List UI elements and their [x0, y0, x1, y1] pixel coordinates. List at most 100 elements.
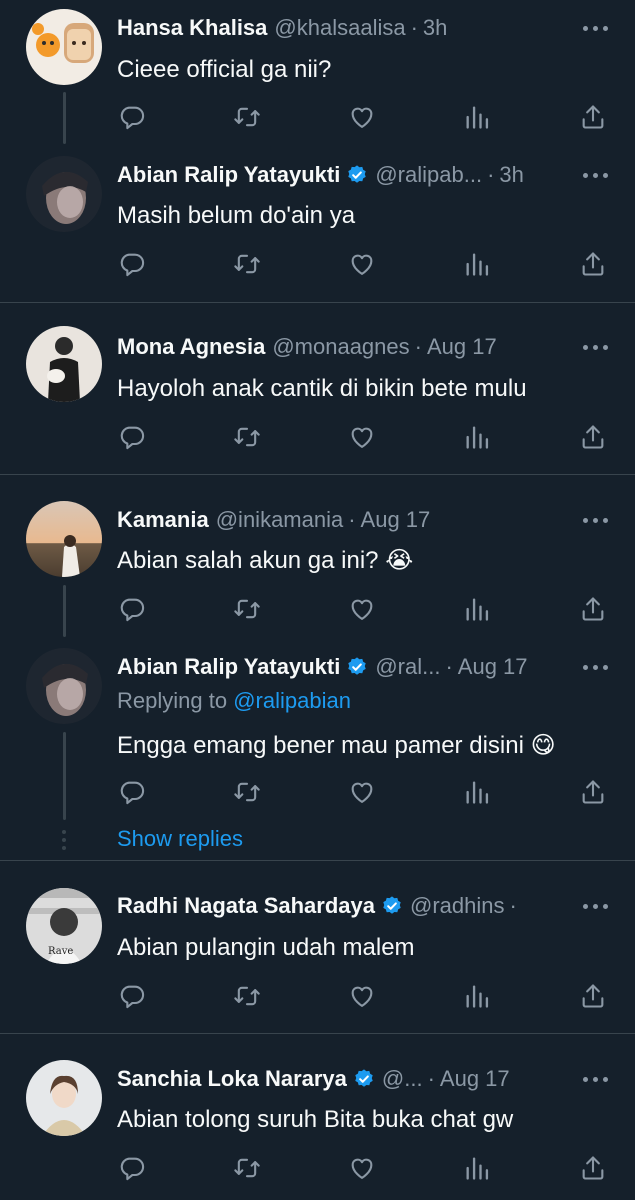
share-icon[interactable] — [578, 249, 608, 279]
views-icon[interactable] — [462, 249, 492, 279]
tweet[interactable]: Kamania @inikamania · Aug 17 Abian salah… — [0, 475, 635, 640]
user-handle[interactable]: @radhins — [410, 893, 505, 919]
user-handle[interactable]: @inikamania — [216, 507, 344, 533]
timestamp[interactable]: Aug 17 — [458, 654, 528, 680]
like-icon[interactable] — [347, 594, 377, 624]
separator-dot: · — [445, 654, 453, 679]
like-icon[interactable] — [347, 777, 377, 807]
timestamp[interactable]: 3h — [423, 15, 447, 41]
tweet-header: Kamania @inikamania · Aug 17 — [117, 504, 571, 536]
user-handle[interactable]: @ralipab... — [375, 162, 482, 188]
like-icon[interactable] — [347, 981, 377, 1011]
display-name[interactable]: Mona Agnesia — [117, 334, 265, 360]
retweet-icon[interactable] — [232, 981, 262, 1011]
like-icon[interactable] — [347, 422, 377, 452]
avatar[interactable] — [26, 326, 102, 402]
more-options-icon[interactable] — [578, 657, 612, 677]
more-options-icon[interactable] — [578, 337, 612, 357]
more-options-icon[interactable] — [578, 165, 612, 185]
more-options-icon[interactable] — [578, 510, 612, 530]
action-bar — [0, 249, 635, 279]
views-icon[interactable] — [462, 777, 492, 807]
retweet-icon[interactable] — [232, 594, 262, 624]
tweet-header: Abian Ralip Yatayukti @ral... · Aug 17 — [117, 651, 571, 683]
retweet-icon[interactable] — [232, 249, 262, 279]
more-options-icon[interactable] — [578, 1069, 612, 1089]
retweet-icon[interactable] — [232, 777, 262, 807]
verified-badge-icon — [353, 1068, 375, 1090]
tweet[interactable]: Hansa Khalisa @khalsaalisa · 3h Cieee of… — [0, 0, 635, 150]
tweet[interactable]: Sanchia Loka Nararya @... · Aug 17 Abian… — [0, 1034, 635, 1200]
timestamp[interactable]: Aug 17 — [361, 507, 431, 533]
views-icon[interactable] — [462, 981, 492, 1011]
more-options-icon[interactable] — [578, 18, 612, 38]
user-handle[interactable]: @monaagnes — [272, 334, 409, 360]
reply-icon[interactable] — [117, 777, 147, 807]
separator-dot: · — [427, 1066, 435, 1091]
tweet-text: Abian tolong suruh Bita buka chat gw — [117, 1106, 514, 1133]
display-name[interactable]: Radhi Nagata Sahardaya — [117, 893, 375, 919]
separator-dot: · — [509, 893, 517, 918]
separator-dot: · — [414, 334, 422, 359]
views-icon[interactable] — [462, 102, 492, 132]
like-icon[interactable] — [347, 102, 377, 132]
retweet-icon[interactable] — [232, 422, 262, 452]
collapsed-thread-indicator — [61, 830, 67, 854]
replying-to-label: Replying to — [117, 688, 228, 713]
display-name[interactable]: Kamania — [117, 507, 209, 533]
tweet-text: Masih belum do'ain ya — [117, 202, 356, 229]
display-name[interactable]: Sanchia Loka Nararya — [117, 1066, 347, 1092]
reply-icon[interactable] — [117, 422, 147, 452]
tweet[interactable]: Abian Ralip Yatayukti @ralipab... · 3h M… — [0, 150, 635, 302]
svg-text:Rave: Rave — [48, 946, 73, 957]
share-icon[interactable] — [578, 777, 608, 807]
user-handle[interactable]: @ral... — [375, 654, 440, 680]
share-icon[interactable] — [578, 594, 608, 624]
avatar[interactable] — [26, 9, 102, 85]
retweet-icon[interactable] — [232, 1153, 262, 1183]
tweet[interactable]: Mona Agnesia @monaagnes · Aug 17 Hayoloh… — [0, 303, 635, 474]
display-name[interactable]: Hansa Khalisa — [117, 15, 267, 41]
avatar[interactable] — [26, 1060, 102, 1136]
avatar[interactable] — [26, 156, 102, 232]
views-icon[interactable] — [462, 594, 492, 624]
reply-icon[interactable] — [117, 1153, 147, 1183]
user-handle[interactable]: @... — [382, 1066, 423, 1092]
retweet-icon[interactable] — [232, 102, 262, 132]
reply-icon[interactable] — [117, 981, 147, 1011]
tweet-text: Engga emang bener mau pamer disini 😋 — [117, 732, 556, 759]
tweet-header: Hansa Khalisa @khalsaalisa · 3h — [117, 12, 571, 44]
user-handle[interactable]: @khalsaalisa — [274, 15, 405, 41]
replying-to-link[interactable]: @ralipabian — [233, 688, 351, 713]
share-icon[interactable] — [578, 1153, 608, 1183]
action-bar — [0, 1153, 635, 1183]
like-icon[interactable] — [347, 249, 377, 279]
tweet[interactable]: Rave Radhi Nagata Sahardaya @radhins · A… — [0, 861, 635, 1033]
tweet-text: Abian pulangin udah malem — [117, 934, 415, 961]
share-icon[interactable] — [578, 102, 608, 132]
tweet[interactable]: Abian Ralip Yatayukti @ral... · Aug 17 R… — [0, 640, 635, 860]
separator-dot: · — [487, 162, 495, 187]
like-icon[interactable] — [347, 1153, 377, 1183]
separator-dot: · — [348, 507, 356, 532]
verified-badge-icon — [381, 895, 403, 917]
views-icon[interactable] — [462, 1153, 492, 1183]
avatar[interactable] — [26, 501, 102, 577]
views-icon[interactable] — [462, 422, 492, 452]
timestamp[interactable]: 3h — [499, 162, 523, 188]
more-options-icon[interactable] — [578, 896, 612, 916]
avatar[interactable] — [26, 648, 102, 724]
reply-icon[interactable] — [117, 249, 147, 279]
action-bar — [0, 102, 635, 132]
show-replies-link[interactable]: Show replies — [117, 826, 243, 852]
timestamp[interactable]: Aug 17 — [427, 334, 497, 360]
share-icon[interactable] — [578, 981, 608, 1011]
reply-icon[interactable] — [117, 102, 147, 132]
avatar[interactable]: Rave — [26, 888, 102, 964]
display-name[interactable]: Abian Ralip Yatayukti — [117, 654, 340, 680]
display-name[interactable]: Abian Ralip Yatayukti — [117, 162, 340, 188]
timestamp[interactable]: Aug 17 — [440, 1066, 510, 1092]
reply-icon[interactable] — [117, 594, 147, 624]
share-icon[interactable] — [578, 422, 608, 452]
action-bar — [0, 777, 635, 807]
